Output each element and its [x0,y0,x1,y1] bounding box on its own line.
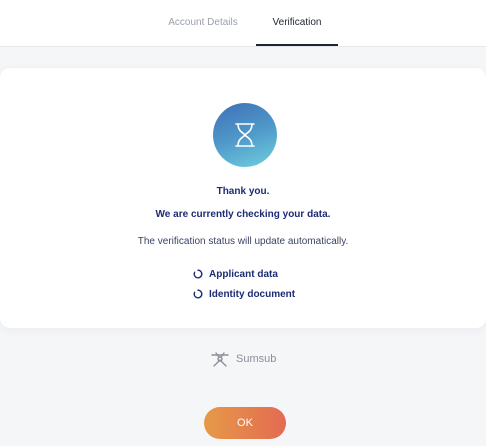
applicant-data-item: Applicant data [193,267,278,281]
active-tab-indicator [256,44,338,46]
applicant-data-label: Applicant data [209,268,278,280]
hourglass-icon [213,103,277,167]
sumsub-branding: Sumsub [210,350,276,368]
thank-you-text: Thank you. [216,186,270,197]
spinner-icon [193,289,203,299]
spinner-icon [193,269,203,279]
status-update-text: The verification status will update auto… [137,236,349,247]
tab-verification[interactable]: Verification [256,0,338,46]
sumsub-label: Sumsub [236,353,277,365]
tab-account-details[interactable]: Account Details [160,0,246,46]
sumsub-logo-icon [211,352,229,367]
ok-button[interactable]: OK [204,407,286,439]
tab-bar: Account Details Verification [0,0,486,47]
identity-document-label: Identity document [209,288,296,300]
identity-document-item: Identity document [193,287,295,301]
checking-data-text: We are currently checking your data. [155,209,331,220]
